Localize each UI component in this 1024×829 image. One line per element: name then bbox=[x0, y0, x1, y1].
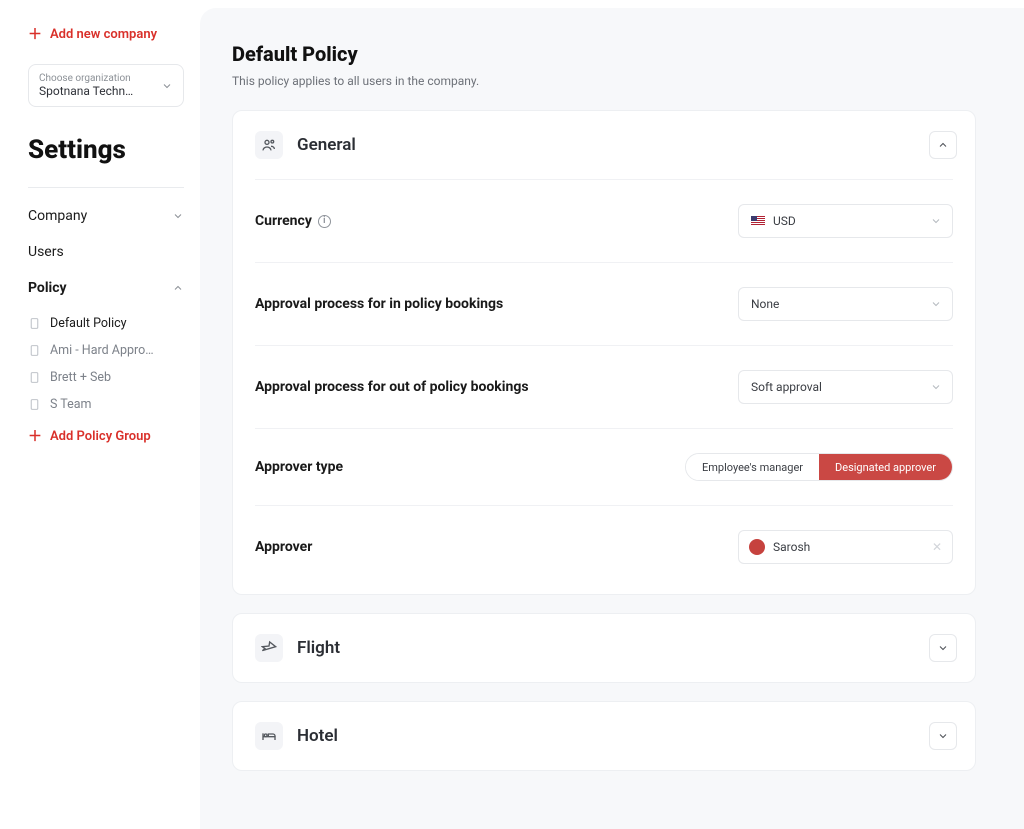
plus-icon: ＋ bbox=[28, 426, 42, 446]
section-title: Hotel bbox=[297, 726, 338, 746]
row-approval-in: Approval process for in policy bookings … bbox=[255, 262, 953, 345]
plane-icon bbox=[255, 634, 283, 662]
divider bbox=[28, 187, 184, 188]
approver-type-opt-designated[interactable]: Designated approver bbox=[819, 454, 952, 480]
sidebar-item-label: Default Policy bbox=[50, 316, 127, 331]
approval-in-label: Approval process for in policy bookings bbox=[255, 296, 503, 312]
chevron-down-icon bbox=[930, 381, 942, 393]
row-approver: Approver Sarosh ✕ bbox=[255, 505, 953, 588]
sidebar-item-label: Brett + Seb bbox=[50, 370, 111, 385]
chevron-up-icon bbox=[172, 282, 184, 294]
section-title: General bbox=[297, 135, 356, 155]
document-icon bbox=[28, 344, 42, 357]
add-company-label: Add new company bbox=[50, 27, 157, 42]
chevron-down-icon bbox=[172, 210, 184, 222]
sidebar-item-label: Ami - Hard Appro… bbox=[50, 343, 154, 358]
section-flight-header[interactable]: Flight bbox=[233, 614, 975, 682]
sidebar-item-brett-seb[interactable]: Brett + Seb bbox=[28, 364, 184, 391]
sidebar: ＋ Add new company Choose organization Sp… bbox=[0, 0, 200, 829]
nav-company[interactable]: Company bbox=[28, 198, 184, 234]
approval-out-select[interactable]: Soft approval bbox=[738, 370, 953, 404]
add-policy-group-button[interactable]: ＋ Add Policy Group bbox=[28, 418, 184, 454]
chevron-down-icon bbox=[161, 80, 173, 92]
currency-label: Currency i bbox=[255, 213, 331, 229]
info-icon[interactable]: i bbox=[318, 215, 331, 228]
users-icon bbox=[255, 131, 283, 159]
row-currency: Currency i USD bbox=[255, 179, 953, 262]
page-title: Default Policy bbox=[232, 42, 976, 66]
organization-select[interactable]: Choose organization Spotnana Techn… bbox=[28, 64, 184, 107]
add-company-button[interactable]: ＋ Add new company bbox=[28, 24, 184, 44]
nav-policy[interactable]: Policy bbox=[28, 270, 184, 306]
chevron-down-icon bbox=[930, 298, 942, 310]
page-subtitle: This policy applies to all users in the … bbox=[232, 74, 976, 88]
currency-select[interactable]: USD bbox=[738, 204, 953, 238]
nav-company-label: Company bbox=[28, 208, 87, 224]
sidebar-item-s-team[interactable]: S Team bbox=[28, 391, 184, 418]
approver-label: Approver bbox=[255, 539, 312, 555]
approver-input[interactable]: Sarosh ✕ bbox=[738, 530, 953, 564]
section-general-body: Currency i USD Approval process for in p… bbox=[233, 179, 975, 594]
chevron-down-icon bbox=[930, 215, 942, 227]
currency-label-text: Currency bbox=[255, 213, 312, 229]
currency-value: USD bbox=[773, 214, 796, 228]
sidebar-item-ami[interactable]: Ami - Hard Appro… bbox=[28, 337, 184, 364]
organization-select-value: Spotnana Techn… bbox=[39, 84, 173, 98]
approval-in-value: None bbox=[751, 297, 779, 311]
sidebar-item-label: S Team bbox=[50, 397, 92, 412]
document-icon bbox=[28, 398, 42, 411]
nav-users-label: Users bbox=[28, 244, 64, 260]
main-content: Default Policy This policy applies to al… bbox=[200, 8, 1024, 829]
nav-policy-label: Policy bbox=[28, 280, 67, 296]
section-title: Flight bbox=[297, 638, 340, 658]
settings-heading: Settings bbox=[28, 135, 184, 165]
row-approver-type: Approver type Employee's manager Designa… bbox=[255, 428, 953, 505]
bed-icon bbox=[255, 722, 283, 750]
section-general: General Currency i USD bbox=[232, 110, 976, 595]
approver-type-opt-manager[interactable]: Employee's manager bbox=[686, 454, 819, 480]
collapse-button[interactable] bbox=[929, 131, 957, 159]
expand-button[interactable] bbox=[929, 722, 957, 750]
section-general-header[interactable]: General bbox=[233, 111, 975, 179]
section-flight: Flight bbox=[232, 613, 976, 683]
sidebar-item-default-policy[interactable]: Default Policy bbox=[28, 310, 184, 337]
nav-users[interactable]: Users bbox=[28, 234, 184, 270]
approval-out-label: Approval process for out of policy booki… bbox=[255, 379, 529, 395]
document-icon bbox=[28, 371, 42, 384]
approval-out-value: Soft approval bbox=[751, 380, 822, 394]
section-hotel: Hotel bbox=[232, 701, 976, 771]
organization-select-label: Choose organization bbox=[39, 73, 173, 84]
expand-button[interactable] bbox=[929, 634, 957, 662]
clear-icon[interactable]: ✕ bbox=[932, 540, 942, 554]
avatar bbox=[749, 539, 765, 555]
document-icon bbox=[28, 317, 42, 330]
approver-type-label: Approver type bbox=[255, 459, 343, 475]
approver-type-segmented: Employee's manager Designated approver bbox=[685, 453, 953, 481]
approval-in-select[interactable]: None bbox=[738, 287, 953, 321]
flag-us-icon bbox=[751, 216, 765, 226]
row-approval-out: Approval process for out of policy booki… bbox=[255, 345, 953, 428]
approver-value: Sarosh bbox=[773, 540, 810, 554]
policy-subnav: Default Policy Ami - Hard Appro… Brett +… bbox=[28, 310, 184, 454]
section-hotel-header[interactable]: Hotel bbox=[233, 702, 975, 770]
add-policy-group-label: Add Policy Group bbox=[50, 429, 151, 444]
plus-icon: ＋ bbox=[28, 24, 42, 44]
